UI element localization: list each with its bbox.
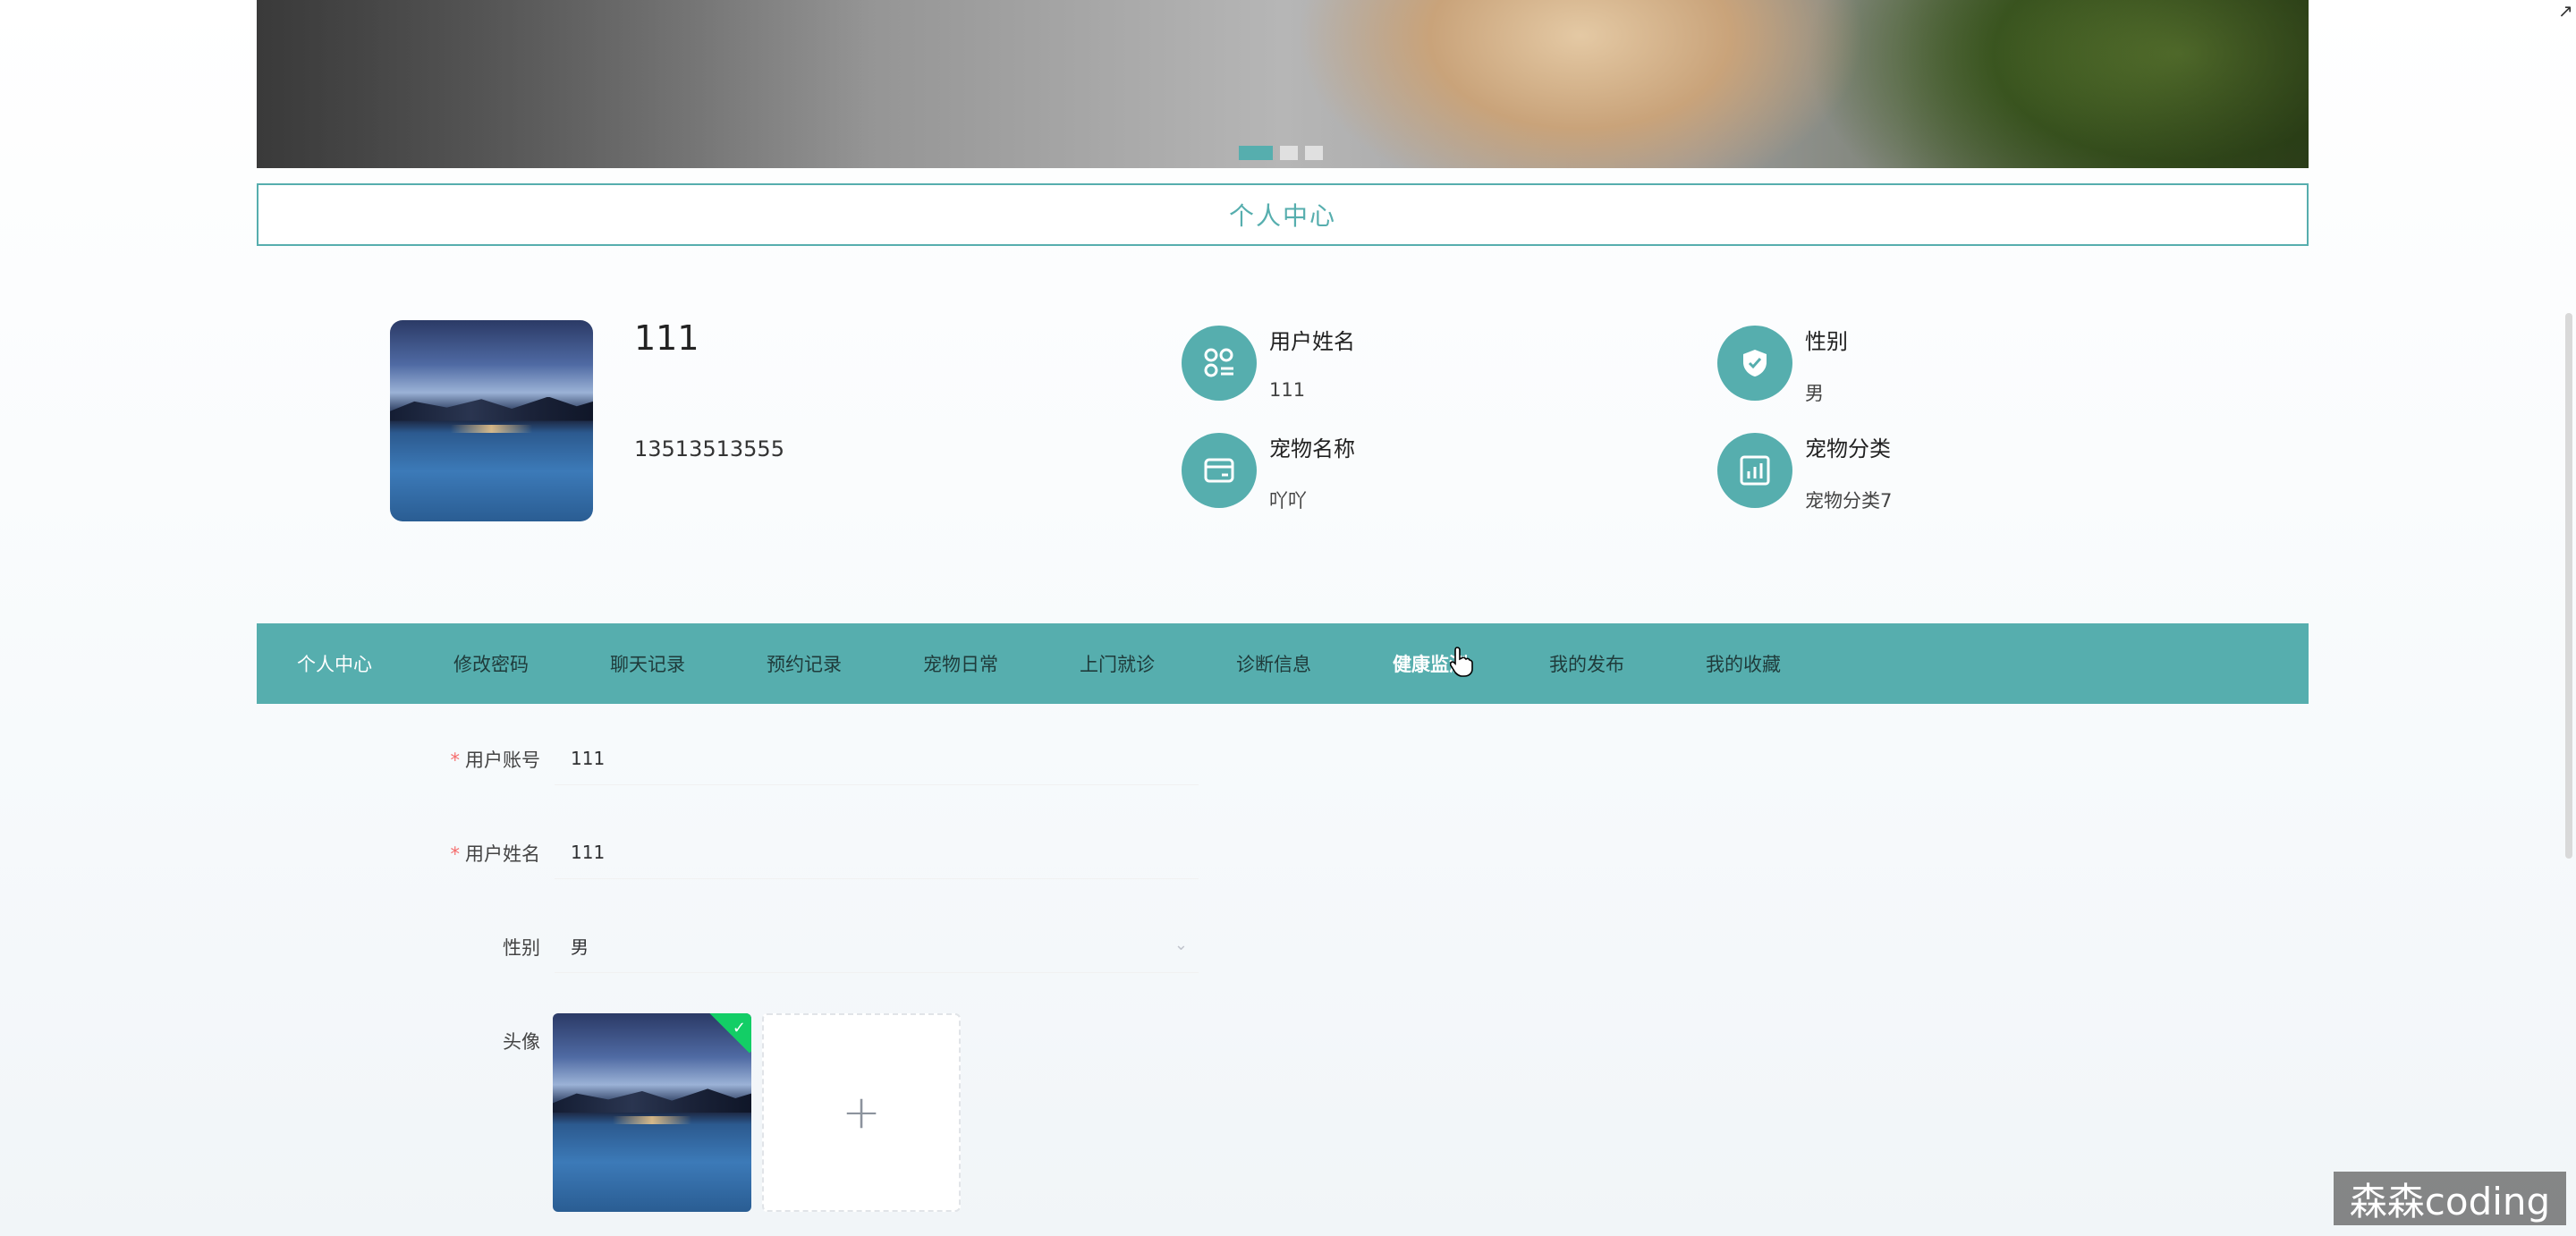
banner-image (257, 0, 2309, 168)
corner-arrow-icon: ↗ (2558, 0, 2573, 21)
banner-carousel[interactable] (257, 0, 2309, 168)
account-label: * 用户账号 (394, 746, 541, 773)
info-label: 宠物分类 (1805, 436, 1891, 461)
info-label: 用户姓名 (1269, 329, 1355, 354)
name-label-text: 用户姓名 (465, 843, 540, 865)
info-value: 宠物分类7 (1805, 490, 1893, 512)
tab-personal-center[interactable]: 个人中心 (297, 650, 453, 677)
uploaded-avatar-thumb[interactable]: ✓ (553, 1013, 751, 1212)
account-input[interactable]: 111 (555, 732, 1199, 785)
tab-pet-daily[interactable]: 宠物日常 (923, 650, 1080, 677)
user-card-icon (1182, 326, 1257, 401)
profile-tabs: 个人中心 修改密码 聊天记录 预约记录 宠物日常 上门就诊 诊断信息 健康监测 … (257, 623, 2309, 704)
tab-my-favorites[interactable]: 我的收藏 (1706, 650, 1862, 677)
profile-phone: 13513513555 (634, 436, 784, 461)
account-label-text: 用户账号 (465, 749, 540, 771)
avatar-label: 头像 (503, 1031, 540, 1053)
page-scrollbar[interactable] (2565, 313, 2572, 859)
tab-my-posts[interactable]: 我的发布 (1549, 650, 1706, 677)
check-icon: ✓ (732, 1019, 746, 1037)
watermark: 森森coding (2334, 1172, 2566, 1225)
chart-icon (1717, 433, 1792, 508)
chevron-down-icon: ⌄ (1174, 935, 1188, 954)
info-label: 宠物名称 (1269, 436, 1355, 461)
required-mark: * (450, 843, 461, 865)
tab-appointment-records[interactable]: 预约记录 (767, 650, 923, 677)
gender-select[interactable]: 男 ⌄ (555, 919, 1199, 973)
carousel-indicators (1239, 146, 1323, 160)
tab-chat-records[interactable]: 聊天记录 (610, 650, 767, 677)
profile-avatar (390, 320, 593, 521)
gender-label: 性别 (503, 937, 540, 959)
profile-username: 111 (634, 318, 699, 358)
name-label: * 用户姓名 (394, 840, 541, 867)
tab-diagnosis-info[interactable]: 诊断信息 (1236, 650, 1393, 677)
carousel-dot-2[interactable] (1280, 146, 1298, 160)
upload-add-button[interactable]: + (762, 1013, 961, 1212)
required-mark: * (450, 749, 461, 771)
carousel-dot-3[interactable] (1305, 146, 1323, 160)
section-title: 个人中心 (257, 183, 2309, 246)
hand-cursor-icon (1450, 647, 1473, 677)
tab-home-visit[interactable]: 上门就诊 (1080, 650, 1236, 677)
wallet-icon (1182, 433, 1257, 508)
info-value: 吖吖 (1269, 490, 1307, 512)
shield-check-icon (1717, 326, 1792, 401)
info-value: 男 (1805, 383, 1824, 404)
info-value: 111 (1269, 379, 1306, 401)
gender-select-value: 男 (571, 936, 589, 958)
tab-change-password[interactable]: 修改密码 (453, 650, 610, 677)
name-input[interactable]: 111 (555, 825, 1199, 879)
carousel-dot-1[interactable] (1239, 146, 1273, 160)
info-label: 性别 (1805, 329, 1848, 354)
